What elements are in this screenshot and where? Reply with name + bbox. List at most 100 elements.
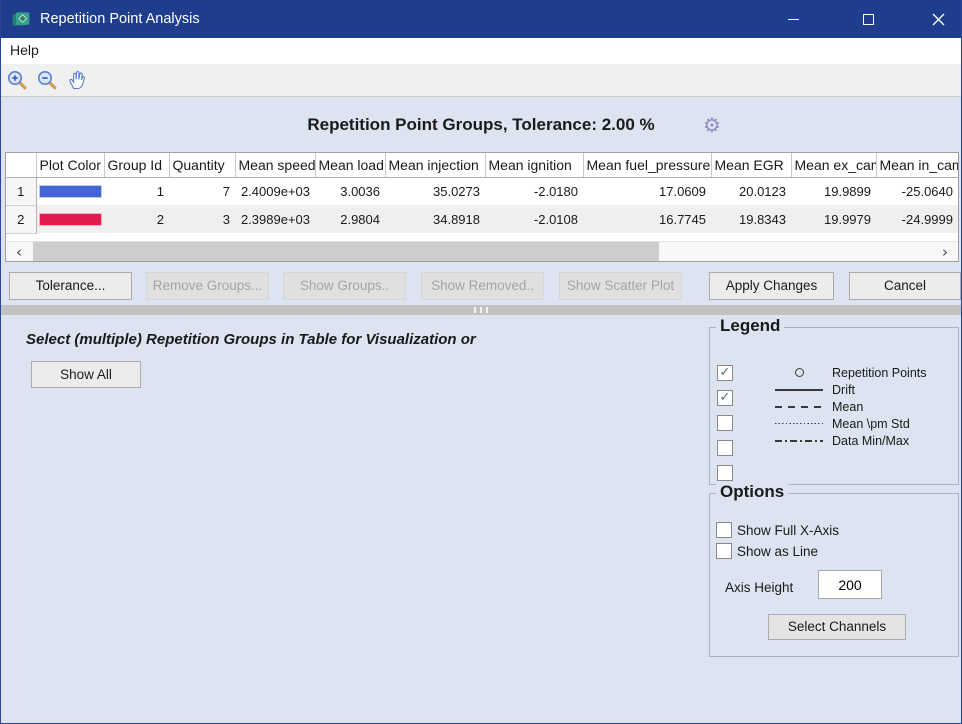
scrollbar-track[interactable]	[32, 242, 932, 261]
legend-entry-label: Mean \pm Std	[832, 417, 910, 431]
cell-mean-fuel-pressure: 16.7745	[583, 205, 711, 233]
menu-help[interactable]: Help	[1, 38, 48, 58]
cell-group-id: 2	[104, 205, 169, 233]
zoom-in-button[interactable]	[3, 67, 31, 93]
options-panel: Options Show Full X-Axis Show as Line Ax…	[709, 493, 959, 657]
zoom-out-icon	[36, 69, 58, 91]
cell-mean-in-cam: -24.9999	[876, 205, 958, 233]
row-number: 2	[6, 205, 36, 233]
col-mean-load[interactable]: Mean load	[315, 153, 385, 177]
minimize-button[interactable]	[770, 0, 816, 38]
table-header-row: Plot Color Group Id Quantity Mean speed …	[6, 153, 958, 177]
pan-button[interactable]	[63, 67, 91, 93]
show-as-line-row: Show as Line	[716, 543, 818, 559]
col-mean-fuel-pressure[interactable]: Mean fuel_pressure	[583, 153, 711, 177]
checkbox-repetition-points[interactable]: ✓	[717, 365, 733, 381]
cell-mean-load: 3.0036	[315, 177, 385, 205]
cell-mean-ex-cam: 19.9979	[791, 205, 876, 233]
show-as-line-checkbox[interactable]	[716, 543, 732, 559]
cell-quantity: 7	[169, 177, 235, 205]
table-row-group-2[interactable]: 2 2 3 2.3989e+03 2.9804 34.8918 -2.0108 …	[6, 205, 958, 233]
show-full-x-axis-row: Show Full X-Axis	[716, 522, 839, 538]
zoom-out-button[interactable]	[33, 67, 61, 93]
toolbar	[1, 64, 961, 97]
checkbox-mean[interactable]	[717, 415, 733, 431]
cell-quantity: 3	[169, 205, 235, 233]
legend-entries: Repetition Points Drift Mean Mean \pm St…	[770, 364, 927, 449]
legend-entry: Repetition Points	[770, 364, 927, 381]
col-quantity[interactable]: Quantity	[169, 153, 235, 177]
pan-hand-icon	[66, 69, 88, 91]
plot-color-cell	[36, 205, 104, 233]
checkbox-drift[interactable]: ✓	[717, 390, 733, 406]
legend-entry: Data Min/Max	[770, 432, 927, 449]
menu-bar: Help	[1, 38, 961, 64]
legend-entry-label: Data Min/Max	[832, 434, 909, 448]
axis-height-input[interactable]	[818, 570, 882, 599]
table-row-group-1[interactable]: 1 1 7 2.4009e+03 3.0036 35.0273 -2.0180 …	[6, 177, 958, 205]
legend-panel: Legend ✓ ✓ Repetition Points Drift	[709, 327, 959, 485]
cell-mean-load: 2.9804	[315, 205, 385, 233]
window-title: Repetition Point Analysis	[40, 11, 200, 27]
gear-busy-icon: ⚙	[703, 113, 721, 137]
apply-changes-button[interactable]: Apply Changes	[709, 272, 834, 300]
circle-marker-icon	[770, 368, 828, 377]
col-mean-ignition[interactable]: Mean ignition	[485, 153, 583, 177]
visualization-area: Select (multiple) Repetition Groups in T…	[1, 315, 961, 723]
scroll-left-icon[interactable]: ‹	[6, 242, 32, 261]
cell-mean-egr: 20.0123	[711, 177, 791, 205]
select-channels-button[interactable]: Select Channels	[768, 614, 906, 640]
cell-mean-ignition: -2.0108	[485, 205, 583, 233]
group-2-color-swatch	[39, 213, 103, 226]
action-button-row: Tolerance... Remove Groups... Show Group…	[1, 272, 961, 300]
legend-entry-label: Drift	[832, 383, 855, 397]
show-removed-button: Show Removed..	[421, 272, 544, 300]
col-mean-injection[interactable]: Mean injection	[385, 153, 485, 177]
cell-mean-speed: 2.3989e+03	[235, 205, 315, 233]
main-area: Repetition Point Groups, Tolerance: 2.00…	[1, 97, 961, 723]
cell-mean-ex-cam: 19.9899	[791, 177, 876, 205]
cell-mean-in-cam: -25.0640	[876, 177, 958, 205]
legend-checkbox-column: ✓ ✓	[717, 365, 733, 481]
minimize-icon	[788, 19, 799, 20]
col-plot-color[interactable]: Plot Color	[36, 153, 104, 177]
checkbox-mean-pm-std[interactable]	[717, 440, 733, 456]
col-mean-egr[interactable]: Mean EGR	[711, 153, 791, 177]
corner-header	[6, 153, 36, 177]
col-mean-ex-cam[interactable]: Mean ex_cam	[791, 153, 876, 177]
page-title: Repetition Point Groups, Tolerance: 2.00…	[1, 110, 961, 135]
cell-mean-injection: 35.0273	[385, 177, 485, 205]
dashed-line-icon	[770, 406, 828, 408]
tolerance-button[interactable]: Tolerance...	[9, 272, 132, 300]
title-bar: Repetition Point Analysis	[0, 0, 962, 38]
selection-instruction: Select (multiple) Repetition Groups in T…	[26, 331, 476, 348]
show-scatter-plot-button: Show Scatter Plot	[559, 272, 682, 300]
legend-entry: Mean \pm Std	[770, 415, 927, 432]
scroll-right-icon[interactable]: ›	[932, 242, 958, 261]
group-1-color-swatch	[39, 185, 103, 198]
app-icon	[11, 9, 31, 29]
col-mean-in-cam[interactable]: Mean in_cam	[876, 153, 958, 177]
cell-mean-egr: 19.8343	[711, 205, 791, 233]
cell-mean-injection: 34.8918	[385, 205, 485, 233]
horizontal-scrollbar[interactable]: ‹ ›	[6, 241, 958, 261]
row-number: 1	[6, 177, 36, 205]
show-full-x-axis-label: Show Full X-Axis	[737, 523, 839, 538]
remove-groups-button: Remove Groups...	[146, 272, 269, 300]
cell-mean-ignition: -2.0180	[485, 177, 583, 205]
show-full-x-axis-checkbox[interactable]	[716, 522, 732, 538]
close-button[interactable]	[915, 0, 962, 38]
solid-line-icon	[770, 389, 828, 391]
col-mean-speed[interactable]: Mean speed	[235, 153, 315, 177]
col-group-id[interactable]: Group Id	[104, 153, 169, 177]
show-all-button[interactable]: Show All	[31, 361, 141, 388]
legend-entry-label: Mean	[832, 400, 863, 414]
scrollbar-thumb[interactable]	[33, 242, 659, 261]
dashdot-line-icon	[770, 440, 828, 442]
splitter-handle[interactable]	[1, 305, 961, 315]
cancel-button[interactable]: Cancel	[849, 272, 961, 300]
options-panel-title: Options	[716, 482, 788, 502]
maximize-button[interactable]	[845, 0, 891, 38]
cell-mean-speed: 2.4009e+03	[235, 177, 315, 205]
checkbox-data-min-max[interactable]	[717, 465, 733, 481]
